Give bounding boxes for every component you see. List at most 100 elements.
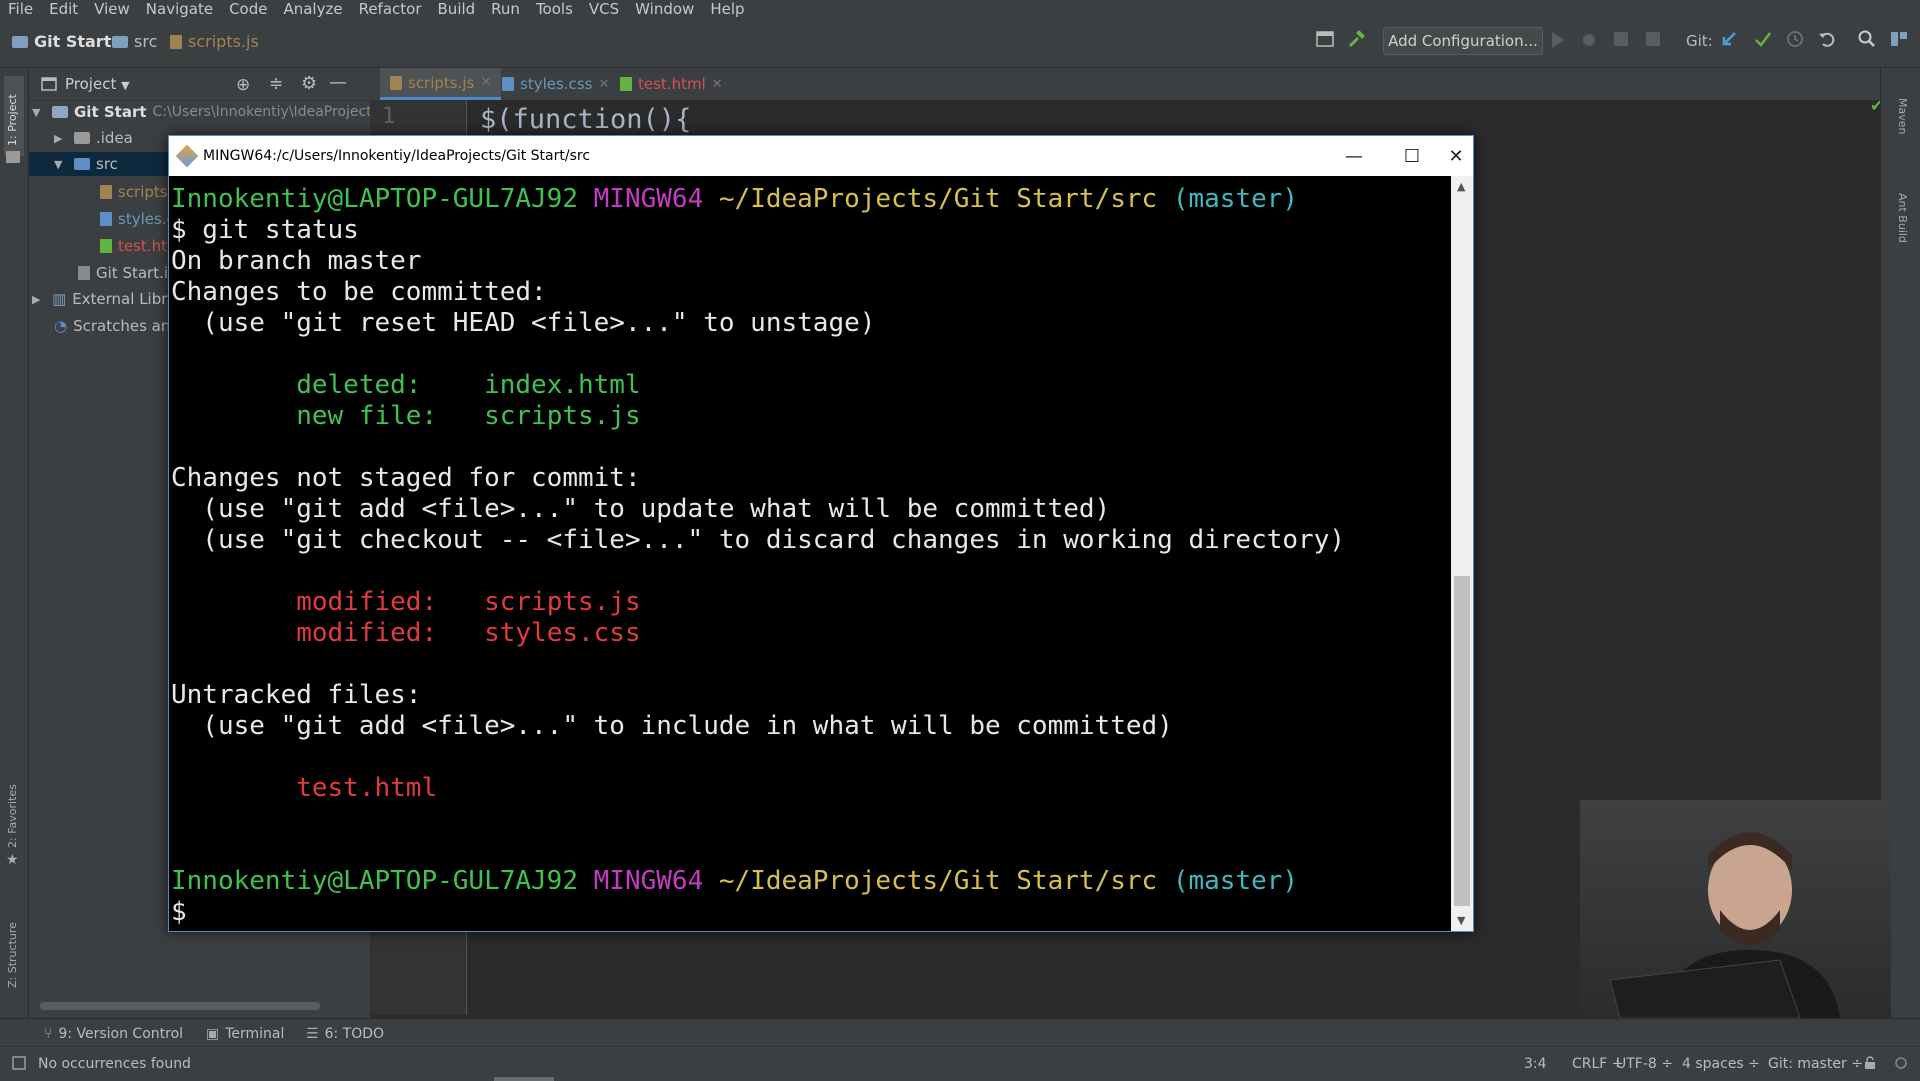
webcam-overlay (1580, 800, 1891, 1018)
collapse-icon[interactable]: ≑ (269, 74, 283, 94)
scroll-thumb[interactable] (1454, 576, 1470, 906)
staged-file-line: deleted: index.html (171, 370, 640, 401)
maximize-button[interactable]: ☐ (1383, 136, 1441, 176)
status-toggle-icon[interactable] (12, 1056, 26, 1074)
tree-item-label: Git Start.in (96, 264, 178, 282)
input-prompt[interactable]: $ (171, 897, 187, 928)
menu-edit[interactable]: Edit (41, 0, 86, 18)
tree-item-label: src (96, 155, 118, 173)
menu-help[interactable]: Help (702, 0, 752, 18)
lock-icon[interactable] (1864, 1056, 1876, 1074)
indent-setting[interactable]: 4 spaces ÷ (1682, 1056, 1760, 1072)
project-horizontal-scrollbar[interactable] (40, 1002, 320, 1010)
coverage-icon[interactable] (1612, 30, 1630, 56)
tab-label: scripts.js (408, 73, 475, 92)
debug-icon[interactable] (1580, 30, 1598, 56)
breadcrumb-file[interactable]: scripts.js (170, 32, 259, 51)
menu-bar: File Edit View Navigate Code Analyze Ref… (0, 0, 1920, 18)
window-layout-icon[interactable] (1316, 31, 1334, 57)
tree-item-label: External Libra (72, 290, 177, 308)
todo-tool-button[interactable]: ☰ 6: TODO (306, 1026, 384, 1042)
tree-item-scratches[interactable]: ◔ Scratches and (54, 314, 180, 338)
project-view-dropdown[interactable]: Project ▼ (65, 75, 130, 93)
tree-item-src[interactable]: ▼ src (54, 152, 118, 176)
tab-styles-css[interactable]: styles.css ✕ (492, 68, 619, 100)
search-icon[interactable] (1858, 30, 1876, 56)
status-message: No occurrences found (38, 1056, 191, 1072)
tab-test-html[interactable]: test.html ✕ (610, 68, 733, 100)
unstaged-file-line: modified: styles.css (171, 618, 640, 649)
menu-tools[interactable]: Tools (528, 0, 581, 18)
hide-icon[interactable]: — (329, 72, 347, 93)
terminal-output[interactable]: Innokentiy@LAPTOP-GUL7AJ92 MINGW64 ~/Ide… (169, 176, 1451, 931)
tree-item-scripts[interactable]: scripts (100, 180, 168, 204)
file-status: deleted: (171, 370, 485, 400)
locate-icon[interactable]: ⊕ (236, 75, 250, 95)
maven-tool-button[interactable]: Maven (1891, 76, 1911, 156)
git-update-icon[interactable] (1720, 30, 1738, 56)
minimize-button[interactable]: — (1325, 136, 1383, 176)
ant-build-tool-button[interactable]: Ant Build (1891, 173, 1911, 293)
prompt-line: Innokentiy@LAPTOP-GUL7AJ92 MINGW64 ~/Ide… (171, 184, 1298, 215)
menu-run[interactable]: Run (483, 0, 528, 18)
close-button[interactable]: ✕ (1441, 136, 1471, 176)
breadcrumb-folder[interactable]: src (112, 32, 157, 51)
structure-tool-label: Z: Structure (6, 922, 19, 988)
favorites-tool-button[interactable]: 2: Favorites ★ (4, 768, 24, 868)
menu-navigate[interactable]: Navigate (138, 0, 221, 18)
close-icon[interactable]: ✕ (480, 75, 491, 90)
project-panel-header: Project ▼ ⊕ ≑ ⚙ — (29, 68, 370, 101)
stop-icon[interactable] (1645, 31, 1661, 57)
menu-file[interactable]: File (0, 0, 41, 18)
scratches-icon: ◔ (54, 317, 68, 335)
tree-item-idea[interactable]: ▶ .idea (54, 126, 133, 150)
gear-icon[interactable]: ⚙ (301, 73, 317, 94)
terminal-window[interactable]: MINGW64:/c/Users/Innokentiy/IdeaProjects… (168, 135, 1474, 932)
menu-code[interactable]: Code (221, 0, 275, 18)
chevron-right-icon: ▶ (32, 292, 41, 306)
add-configuration-button[interactable]: Add Configuration... (1383, 27, 1543, 55)
tree-root-label: Git Start (74, 103, 147, 121)
tree-item-root[interactable]: ▼ Git Start C:\Users\Innokentiy\IdeaProj… (32, 100, 395, 124)
project-view-icon (41, 76, 57, 95)
git-branch-widget[interactable]: Git: master ÷ (1768, 1056, 1863, 1072)
notifications-icon[interactable] (1894, 1056, 1908, 1074)
rollback-icon[interactable] (1818, 30, 1836, 56)
project-icon (12, 35, 28, 48)
terminal-title-bar[interactable]: MINGW64:/c/Users/Innokentiy/IdeaProjects… (169, 136, 1473, 176)
tree-item-external-libraries[interactable]: ▶ ▥ External Libra (32, 287, 177, 311)
file-encoding[interactable]: UTF-8 ÷ (1616, 1056, 1673, 1072)
terminal-tool-button[interactable]: ▣ Terminal (206, 1026, 284, 1042)
tree-item-styles[interactable]: styles.c (100, 207, 175, 231)
project-tool-button[interactable]: 1: Project (4, 76, 24, 156)
scroll-up-icon[interactable]: ▲ (1457, 180, 1465, 193)
structure-tool-button[interactable]: Z: Structure (4, 898, 24, 1008)
git-commit-icon[interactable] (1754, 30, 1772, 56)
history-icon[interactable] (1786, 30, 1804, 56)
tab-label: test.html (638, 75, 706, 93)
caret-position[interactable]: 3:4 (1524, 1056, 1547, 1072)
mingw-icon (175, 144, 199, 168)
js-file-icon (390, 75, 402, 90)
html-file-icon (100, 239, 112, 253)
tab-scripts-js[interactable]: scripts.js ✕ (380, 68, 502, 100)
breadcrumb-project[interactable]: Git Start (12, 32, 111, 51)
menu-window[interactable]: Window (627, 0, 702, 18)
version-control-tool-button[interactable]: ⑂ 9: Version Control (44, 1026, 183, 1042)
menu-view[interactable]: View (86, 0, 138, 18)
close-icon[interactable]: ✕ (598, 77, 609, 92)
menu-build[interactable]: Build (430, 0, 484, 18)
menu-analyze[interactable]: Analyze (275, 0, 350, 18)
menu-refactor[interactable]: Refactor (351, 0, 430, 18)
build-hammer-icon[interactable] (1347, 29, 1367, 55)
terminal-scrollbar[interactable]: ▲ ▼ (1451, 176, 1473, 931)
tree-item-iml[interactable]: Git Start.in (78, 261, 178, 285)
scroll-down-icon[interactable]: ▼ (1457, 914, 1465, 927)
left-tool-strip: 1: Project 2: Favorites ★ Z: Structure (0, 68, 29, 1018)
menu-vcs[interactable]: VCS (581, 0, 627, 18)
run-icon[interactable] (1550, 31, 1566, 57)
output-line: On branch master (171, 246, 422, 276)
navigation-bar: Git Start src scripts.js Add Configurati… (0, 17, 1920, 68)
project-structure-icon[interactable] (1890, 30, 1908, 56)
close-icon[interactable]: ✕ (712, 77, 723, 92)
